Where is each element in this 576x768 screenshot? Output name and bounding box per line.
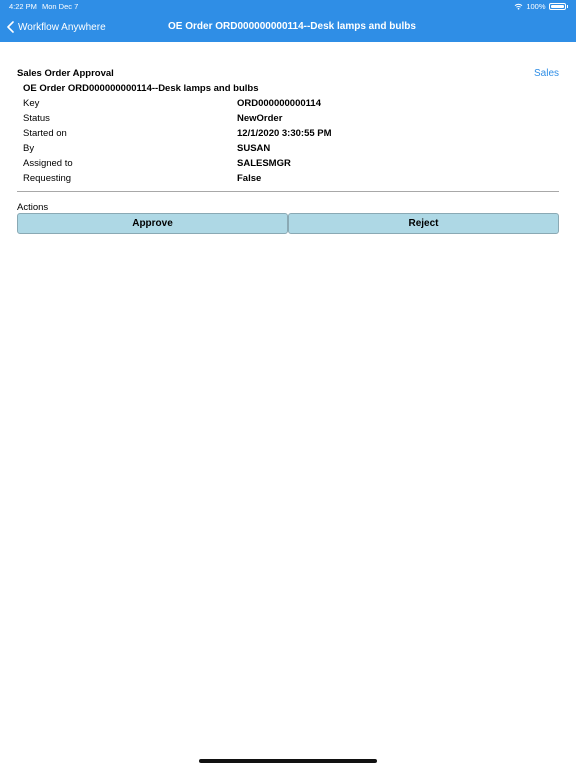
reject-button[interactable]: Reject [288,213,559,234]
status-time: 4:22 PM [9,2,37,11]
sales-link[interactable]: Sales [534,68,559,79]
back-label: Workflow Anywhere [18,21,106,33]
detail-label: Status [23,113,50,124]
page-title: OE Order ORD000000000114--Desk lamps and… [168,21,416,32]
action-buttons: Approve Reject [17,213,559,234]
detail-label: Requesting [23,173,72,184]
details-list: Key ORD000000000114 Status NewOrder Star… [23,98,553,188]
detail-value: 12/1/2020 3:30:55 PM [237,128,332,139]
detail-row-requesting: Requesting False [23,173,553,188]
status-date: Mon Dec 7 [42,2,79,11]
wifi-icon [514,3,523,10]
detail-value: ORD000000000114 [237,98,321,109]
battery-tip [566,5,568,8]
detail-value: SUSAN [237,143,271,154]
battery-icon [548,3,566,10]
detail-label: Key [23,98,40,109]
detail-label: Started on [23,128,67,139]
detail-row-status: Status NewOrder [23,113,553,128]
detail-value: SALESMGR [237,158,291,169]
detail-row-started-on: Started on 12/1/2020 3:30:55 PM [23,128,553,143]
detail-row-assigned-to: Assigned to SALESMGR [23,158,553,173]
battery-percent: 100% [526,2,546,11]
chevron-left-icon [7,21,14,33]
order-title: OE Order ORD000000000114--Desk lamps and… [23,83,259,94]
detail-value: False [237,173,262,184]
detail-row-key: Key ORD000000000114 [23,98,553,113]
app-header: 4:22 PM Mon Dec 7 100% Workflow Anywhere… [0,0,576,42]
detail-label: Assigned to [23,158,73,169]
detail-row-by: By SUSAN [23,143,553,158]
section-divider [17,191,559,192]
card-title: Sales Order Approval [17,68,114,79]
status-bar: 4:22 PM Mon Dec 7 100% [0,0,576,14]
home-indicator [199,759,377,763]
detail-label: By [23,143,35,154]
back-button[interactable]: Workflow Anywhere [7,21,106,33]
status-indicators: 100% [514,2,568,11]
actions-label: Actions [17,202,49,213]
approve-button[interactable]: Approve [17,213,288,234]
detail-value: NewOrder [237,113,283,124]
